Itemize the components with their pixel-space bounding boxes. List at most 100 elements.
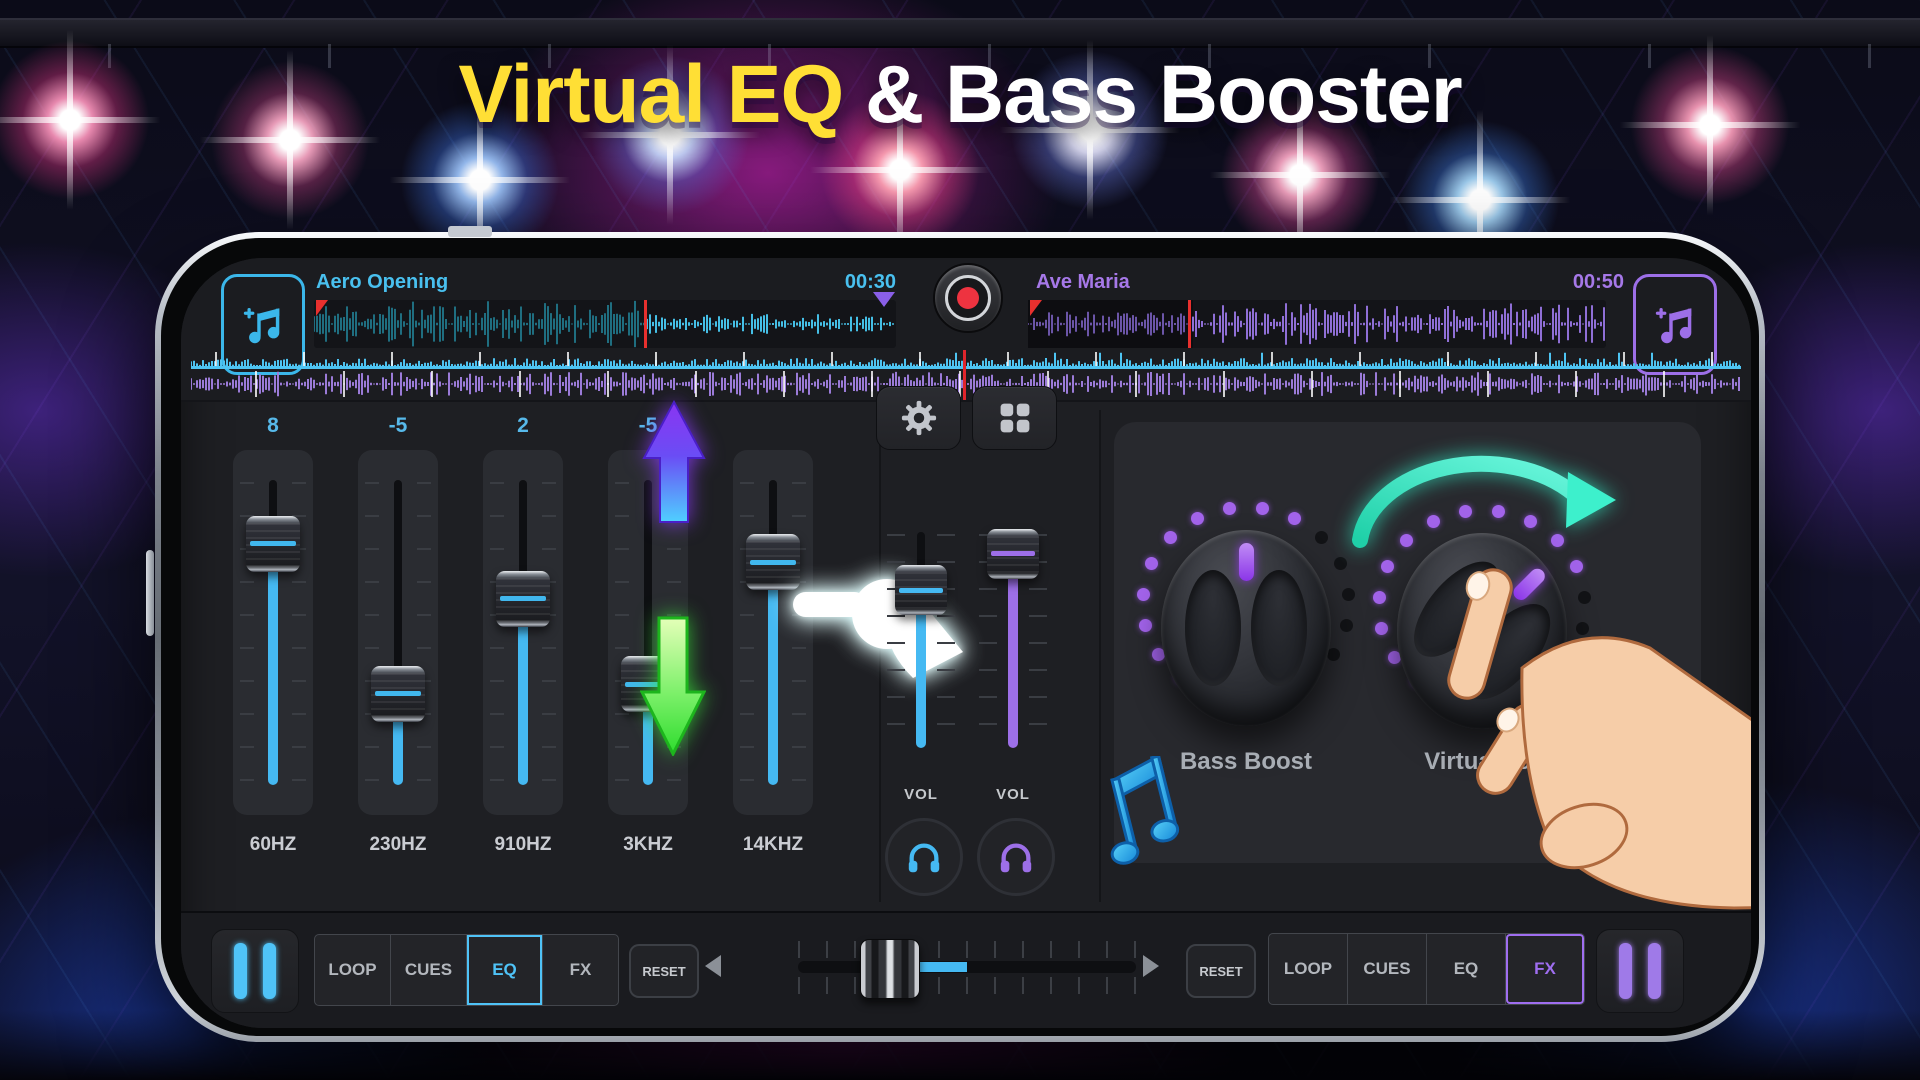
settings-button[interactable] <box>876 386 961 450</box>
knob-scale-dot <box>1145 557 1158 570</box>
pause-icon <box>1619 943 1632 999</box>
deck-a-cues-button[interactable]: CUES <box>391 935 467 1005</box>
eq-band-freq: 3KHZ <box>608 834 688 856</box>
deck-a-wave-graphic <box>314 300 896 348</box>
pointing-hand-illustration <box>1436 550 1751 910</box>
deck-b-track-name: Ave Maria <box>1036 271 1130 294</box>
slider-ticks <box>365 482 379 783</box>
eq-slider-910hz[interactable] <box>483 450 563 815</box>
eq-slider-handle[interactable] <box>246 516 300 572</box>
deck-b-eq-button[interactable]: EQ <box>1427 934 1506 1004</box>
crossfade-right-arrow[interactable] <box>1143 955 1159 977</box>
deck-b-fx-button[interactable]: FX <box>1506 934 1584 1004</box>
crossfader-handle[interactable] <box>860 939 920 999</box>
beat-marker <box>1223 371 1225 397</box>
slider-ticks <box>740 482 754 783</box>
knob-scale-dot <box>1137 588 1150 601</box>
deck-b-loop-button[interactable]: LOOP <box>1269 934 1348 1004</box>
phone-side-button <box>146 550 154 636</box>
overview-strip-deck-a[interactable] <box>191 352 1741 369</box>
add-music-note-icon <box>1652 302 1698 348</box>
deck-a-reset-button[interactable]: RESET <box>629 944 699 998</box>
knob-scale-dot <box>1334 557 1347 570</box>
eq-slider-60hz[interactable] <box>233 450 313 815</box>
knob-scale-dot <box>1139 619 1152 632</box>
beat-markers <box>191 352 1741 366</box>
beat-marker <box>343 371 345 397</box>
deck-a-loop-button[interactable]: LOOP <box>315 935 391 1005</box>
deck-a-volume-slider[interactable] <box>881 520 961 760</box>
deck-b-waveform[interactable] <box>1028 300 1606 348</box>
pause-icon <box>1648 943 1661 999</box>
beat-marker <box>1311 371 1313 397</box>
deck-a-waveform[interactable] <box>314 300 896 348</box>
knob-scale-dot <box>1373 591 1386 604</box>
deck-a-monitor-button[interactable] <box>885 818 963 896</box>
playhead-line <box>963 350 966 400</box>
beat-marker <box>1399 371 1401 397</box>
volume-slider-handle[interactable] <box>895 565 947 615</box>
eq-band-value: 2 <box>483 414 563 438</box>
deck-a-eq-button[interactable]: EQ <box>467 935 543 1005</box>
eq-band-freq: 14KHZ <box>733 834 813 856</box>
record-button[interactable] <box>933 263 1003 333</box>
knob-scale-dot <box>1164 531 1177 544</box>
eq-slider-230hz[interactable] <box>358 450 438 815</box>
deck-a-mode-group: LOOP CUES EQ FX <box>314 934 619 1006</box>
beat-marker <box>1663 371 1665 397</box>
crossfader-track[interactable] <box>798 961 1136 973</box>
slider-fill <box>268 544 278 785</box>
deck-b-vol-label: VOL <box>973 786 1053 803</box>
knob-scale-dot <box>1315 531 1328 544</box>
beat-marker <box>1487 371 1489 397</box>
title-highlight: Virtual EQ <box>458 49 843 140</box>
record-ring <box>945 275 991 321</box>
beat-marker <box>919 352 921 366</box>
beat-marker <box>1623 352 1625 366</box>
swipe-down-arrow <box>640 616 706 756</box>
cue-line <box>644 300 647 348</box>
deck-a-time: 00:30 <box>816 271 896 294</box>
beat-marker <box>1711 352 1713 366</box>
beat-marker <box>831 352 833 366</box>
deck-a-pause-button[interactable] <box>211 929 299 1013</box>
cue-marker-icon <box>316 300 328 316</box>
knob-scale-dot <box>1381 560 1394 573</box>
deck-b-monitor-button[interactable] <box>977 818 1055 896</box>
slider-ticks <box>615 482 629 783</box>
deck-b-volume-slider[interactable] <box>973 520 1053 760</box>
deck-a-fx-button[interactable]: FX <box>543 935 618 1005</box>
knob-scale-dot <box>1342 588 1355 601</box>
beat-marker <box>303 352 305 366</box>
deck-b-mode-group: LOOP CUES EQ FX <box>1268 933 1585 1005</box>
beat-marker <box>1095 352 1097 366</box>
pads-button[interactable] <box>972 386 1057 450</box>
bass-boost-knob[interactable] <box>1161 530 1331 726</box>
beat-markers <box>191 371 1741 397</box>
beat-marker <box>519 371 521 397</box>
page-title: Virtual EQ & Bass Booster <box>0 48 1920 142</box>
deck-b-reset-button[interactable]: RESET <box>1186 944 1256 998</box>
eq-slider-handle[interactable] <box>496 571 550 627</box>
beat-marker <box>655 352 657 366</box>
volume-slider-handle[interactable] <box>987 529 1039 579</box>
knob-scale-dot <box>1191 512 1204 525</box>
record-icon <box>957 287 979 309</box>
deck-b-cues-button[interactable]: CUES <box>1348 934 1427 1004</box>
slider-ticks <box>417 482 431 783</box>
eq-band-freq: 230HZ <box>358 834 438 856</box>
pause-icon <box>234 943 247 999</box>
deck-b-pause-button[interactable] <box>1596 929 1684 1013</box>
deck-a-vol-label: VOL <box>881 786 961 803</box>
crossfade-left-arrow[interactable] <box>705 955 721 977</box>
beat-marker <box>1359 352 1361 366</box>
beat-marker <box>391 352 393 366</box>
headphones-icon <box>997 838 1035 876</box>
swipe-up-arrow <box>642 400 706 524</box>
overview-strip-deck-b[interactable] <box>191 371 1741 397</box>
crossfader-ticks <box>798 941 1136 958</box>
beat-marker <box>743 352 745 366</box>
eq-slider-handle[interactable] <box>371 666 425 722</box>
deck-a-position-marker <box>873 292 895 307</box>
knob-scale-dot <box>1223 502 1236 515</box>
